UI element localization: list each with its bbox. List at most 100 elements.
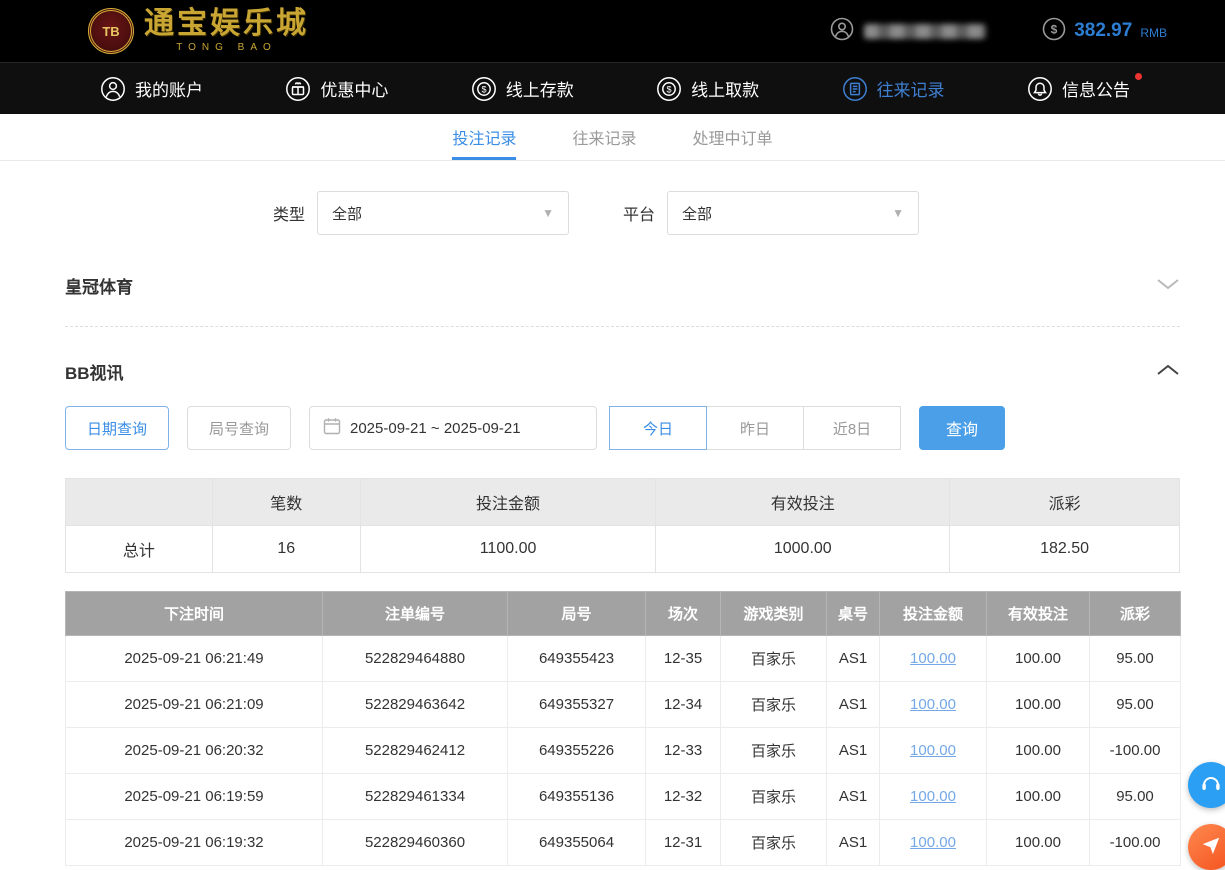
nav-label: 往来记录: [876, 81, 945, 100]
top-header: TB 通宝娱乐城 TONG BAO $ 382.97 RMB: [0, 0, 1225, 62]
tab-bet-records[interactable]: 投注记录: [452, 114, 517, 160]
user-account[interactable]: [830, 17, 987, 46]
col-session: 场次: [645, 591, 721, 636]
notification-badge-dot: [1134, 72, 1142, 80]
username-masked: [864, 23, 987, 39]
summary-header-valid-bet: 有效投注: [655, 478, 951, 526]
chevron-down-icon[interactable]: [1156, 276, 1180, 296]
cell-valid_bet: 100.00: [986, 681, 1090, 728]
logo[interactable]: TB 通宝娱乐城 TONG BAO: [88, 8, 309, 54]
nav-item-deposit[interactable]: $ 线上存款: [471, 76, 574, 102]
cell-bet_amount: 100.00: [879, 681, 987, 728]
type-select[interactable]: 全部 ▼: [317, 191, 570, 235]
nav-item-records[interactable]: 往来记录: [842, 76, 945, 102]
cell-game_type: 百家乐: [720, 819, 827, 866]
bet-amount-link[interactable]: 100.00: [910, 696, 956, 713]
contact-app-button[interactable]: [1188, 824, 1225, 870]
section-bb-video[interactable]: BB视讯: [65, 327, 1180, 384]
date-range-picker[interactable]: 2025-09-21 ~ 2025-09-21: [309, 406, 597, 450]
cell-order_no: 522829462412: [322, 727, 508, 774]
search-button[interactable]: 查询: [919, 406, 1005, 450]
type-select-value: 全部: [332, 205, 363, 223]
tab-label: 处理中订单: [692, 131, 773, 148]
summary-valid-bet: 1000.00: [655, 525, 951, 573]
summary-header-count: 笔数: [211, 478, 361, 526]
calendar-icon: [323, 417, 341, 439]
col-game-type: 游戏类别: [720, 591, 827, 636]
user-icon: [830, 17, 854, 46]
cell-table_no: AS1: [826, 635, 880, 682]
cell-table_no: AS1: [826, 727, 880, 774]
cell-valid_bet: 100.00: [986, 819, 1090, 866]
filter-row: 类型 全部 ▼ 平台 全部 ▼: [273, 191, 1225, 235]
nav-item-my-account[interactable]: 我的账户: [100, 76, 203, 102]
records-icon: [842, 76, 868, 102]
coin-icon: $: [1042, 17, 1066, 46]
cell-order_no: 522829460360: [322, 819, 508, 866]
platform-select[interactable]: 全部 ▼: [667, 191, 920, 235]
cell-round_no: 649355136: [507, 773, 646, 820]
balance[interactable]: $ 382.97 RMB: [1042, 17, 1167, 46]
yesterday-button[interactable]: 昨日: [706, 406, 804, 450]
cell-order_no: 522829461334: [322, 773, 508, 820]
cell-valid_bet: 100.00: [986, 727, 1090, 774]
main-nav: 我的账户 优惠中心 $ 线上存款 $ 线上取款 往来记录 信息公告: [0, 62, 1225, 114]
cell-table_no: AS1: [826, 773, 880, 820]
tab-label: 投注记录: [452, 131, 517, 148]
summary-header-bet-amount: 投注金额: [359, 478, 657, 526]
section-crown-sports[interactable]: 皇冠体育: [65, 235, 1180, 327]
cell-game_type: 百家乐: [720, 773, 827, 820]
bet-amount-link[interactable]: 100.00: [910, 788, 956, 805]
cell-session: 12-31: [645, 819, 721, 866]
cell-game_type: 百家乐: [720, 681, 827, 728]
summary-table: 笔数 投注金额 有效投注 派彩 总计 16 1100.00 1000.00 18…: [65, 478, 1180, 573]
last-8-days-button[interactable]: 近8日: [803, 406, 901, 450]
date-query-button[interactable]: 日期查询: [65, 406, 169, 450]
cell-round_no: 649355226: [507, 727, 646, 774]
cell-table_no: AS1: [826, 681, 880, 728]
round-query-button[interactable]: 局号查询: [187, 406, 291, 450]
col-order-no: 注单编号: [322, 591, 508, 636]
col-bet-amount: 投注金额: [879, 591, 987, 636]
chevron-up-icon[interactable]: [1156, 362, 1180, 382]
nav-item-promotions[interactable]: 优惠中心: [285, 76, 388, 102]
balance-currency: RMB: [1140, 26, 1167, 40]
bet-amount-link[interactable]: 100.00: [910, 650, 956, 667]
date-range-value: 2025-09-21 ~ 2025-09-21: [350, 419, 521, 437]
cell-order_no: 522829464880: [322, 635, 508, 682]
tab-processing-orders[interactable]: 处理中订单: [693, 114, 773, 160]
nav-label: 线上取款: [691, 81, 760, 100]
summary-bet-amount: 1100.00: [359, 525, 657, 573]
cell-session: 12-34: [645, 681, 721, 728]
platform-select-value: 全部: [682, 205, 713, 223]
nav-label: 我的账户: [135, 81, 203, 100]
svg-text:$: $: [667, 84, 672, 94]
cell-valid_bet: 100.00: [986, 773, 1090, 820]
platform-filter-label: 平台: [623, 207, 656, 224]
svg-text:$: $: [481, 84, 486, 94]
cell-bet_time: 2025-09-21 06:19:32: [65, 819, 323, 866]
cell-bet_time: 2025-09-21 06:19:59: [65, 773, 323, 820]
logo-badge-icon: TB: [88, 8, 134, 54]
customer-service-button[interactable]: [1188, 762, 1225, 808]
cell-order_no: 522829463642: [322, 681, 508, 728]
bet-amount-link[interactable]: 100.00: [910, 742, 956, 759]
type-filter-label: 类型: [273, 207, 306, 224]
today-button[interactable]: 今日: [609, 406, 707, 450]
cell-round_no: 649355064: [507, 819, 646, 866]
bet-amount-link[interactable]: 100.00: [910, 834, 956, 851]
bet-table-body: 2025-09-21 06:21:49 522829464880 649355423…: [65, 635, 1181, 866]
table-row: 2025-09-21 06:19:32 522829460360 649355064…: [65, 819, 1181, 866]
cell-table_no: AS1: [826, 819, 880, 866]
record-tabs: 投注记录 往来记录 处理中订单: [0, 114, 1225, 161]
query-controls: 日期查询 局号查询 2025-09-21 ~ 2025-09-21 今日 昨日 …: [65, 406, 1160, 450]
summary-payout: 182.50: [949, 525, 1180, 573]
tab-transaction-records[interactable]: 往来记录: [572, 114, 636, 160]
cell-payout: 95.00: [1089, 635, 1181, 682]
cell-payout: -100.00: [1089, 819, 1181, 866]
col-table-no: 桌号: [826, 591, 880, 636]
nav-item-announcements[interactable]: 信息公告: [1027, 72, 1142, 102]
nav-item-withdraw[interactable]: $ 线上取款: [656, 76, 759, 102]
headset-icon: [1199, 771, 1223, 800]
section-title: 皇冠体育: [65, 278, 133, 297]
